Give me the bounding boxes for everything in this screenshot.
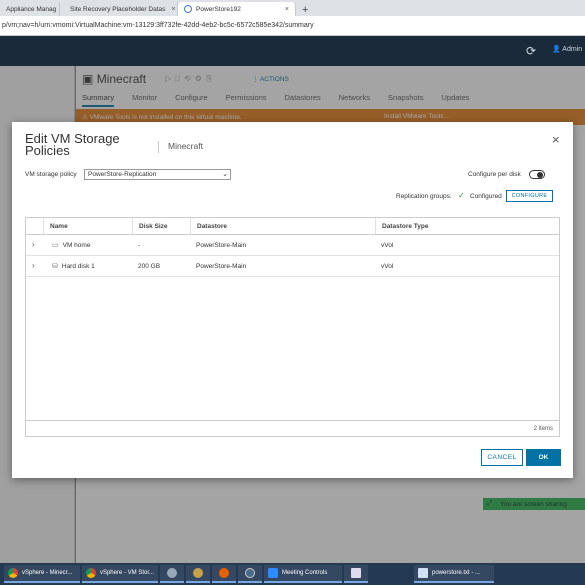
taskbar-label: vSphere - Minecr... xyxy=(22,570,73,576)
close-tab-icon[interactable]: × xyxy=(171,6,175,13)
ok-button[interactable]: OK xyxy=(526,449,561,466)
close-tab-icon[interactable]: × xyxy=(285,6,289,13)
user-icon: 👤 xyxy=(552,46,561,53)
taskbar-item[interactable] xyxy=(186,565,210,583)
disk-icon: ⛁ xyxy=(52,263,58,270)
dialog-subtitle: Minecraft xyxy=(168,141,203,151)
taskbar-item[interactable]: vSphere - Minecr... xyxy=(4,565,80,583)
configure-per-disk-label: Configure per disk xyxy=(468,171,521,178)
taskbar: vSphere - Minecr... vSphere - VM Stor...… xyxy=(0,563,585,585)
url-text: p/vm;nav=h/urn:vmomi:VirtualMachine:vm-1… xyxy=(2,22,314,29)
row-datastore-type: vVol xyxy=(381,262,394,270)
row-size: 200 GB xyxy=(138,262,161,270)
browser-tab[interactable]: Appliance Manag × xyxy=(0,2,60,16)
browser-tab-active[interactable]: PowerStore192 × xyxy=(178,2,296,16)
cancel-button[interactable]: CANCEL xyxy=(481,449,523,466)
taskbar-item[interactable] xyxy=(238,565,262,583)
item-count: 2 items xyxy=(533,426,553,432)
taskbar-item[interactable]: Meeting Controls xyxy=(264,565,342,583)
new-tab-button[interactable]: + xyxy=(296,4,314,16)
expand-row-icon[interactable]: › xyxy=(32,240,35,249)
title-divider xyxy=(158,141,159,153)
powerstore-favicon-icon xyxy=(184,5,192,13)
folder-icon: ▭ xyxy=(52,242,59,249)
row-size: - xyxy=(138,241,141,249)
disks-table: Name Disk Size Datastore Datastore Type … xyxy=(25,217,560,437)
app-icon xyxy=(351,568,361,578)
col-name[interactable]: Name xyxy=(43,218,133,234)
address-bar[interactable]: p/vm;nav=h/urn:vmomi:VirtualMachine:vm-1… xyxy=(0,16,585,36)
taskbar-label: powerstore.txt - ... xyxy=(432,570,481,576)
row-datastore: PowerStore-Main xyxy=(196,241,247,249)
tab-label: PowerStore192 xyxy=(196,5,241,13)
zoom-icon xyxy=(268,568,278,578)
expand-row-icon[interactable]: › xyxy=(32,261,35,270)
check-icon: ✓ xyxy=(458,191,465,200)
row-name: VM home xyxy=(62,241,91,249)
table-row[interactable]: › ▭ VM home - PowerStore-Main vVol xyxy=(26,235,559,256)
row-name-cell: ⛁ Hard disk 1 xyxy=(46,256,95,276)
row-datastore: PowerStore-Main xyxy=(196,262,247,270)
col-datastore-type[interactable]: Datastore Type xyxy=(375,218,559,234)
replication-groups-label: Replication groups: xyxy=(396,193,452,200)
col-disk-size[interactable]: Disk Size xyxy=(132,218,192,234)
app-icon xyxy=(193,568,203,578)
tab-label: Appliance Manag xyxy=(6,5,57,13)
edit-storage-policies-dialog: Edit VM Storage Policies Minecraft × VM … xyxy=(12,122,573,478)
storage-policy-select[interactable]: PowerStore-Replication ⌄ xyxy=(84,169,231,180)
taskbar-item[interactable]: powerstore.txt - ... xyxy=(414,565,494,583)
browser-tab-strip: Appliance Manag × Site Recovery Placehol… xyxy=(0,0,585,16)
dialog-title: Edit VM Storage Policies xyxy=(25,131,120,158)
configure-per-disk-toggle[interactable] xyxy=(529,170,545,179)
table-row[interactable]: › ⛁ Hard disk 1 200 GB PowerStore-Main v… xyxy=(26,256,559,277)
taskbar-label: Meeting Controls xyxy=(282,570,328,576)
row-name-cell: ▭ VM home xyxy=(46,235,90,255)
table-header: Name Disk Size Datastore Datastore Type xyxy=(26,218,559,235)
table-footer: 2 items xyxy=(26,420,559,437)
chevron-down-icon: ⌄ xyxy=(222,171,228,178)
app-icon xyxy=(167,568,177,578)
replication-status: Configured xyxy=(470,193,502,200)
taskbar-item[interactable] xyxy=(212,565,236,583)
policy-label: VM storage policy xyxy=(25,171,77,178)
policy-value: PowerStore-Replication xyxy=(88,171,157,178)
refresh-icon[interactable]: ⟳ xyxy=(526,44,536,58)
browser-tab[interactable]: Site Recovery Placeholder Datas × xyxy=(60,2,178,16)
col-datastore[interactable]: Datastore xyxy=(190,218,375,234)
taskbar-item[interactable] xyxy=(160,565,184,583)
user-menu[interactable]: 👤 Admin xyxy=(552,45,582,53)
taskbar-item[interactable]: vSphere - VM Stor... xyxy=(82,565,158,583)
configure-button[interactable]: CONFIGURE xyxy=(506,190,553,202)
toggle-knob xyxy=(537,172,543,178)
chrome-icon xyxy=(86,568,96,578)
firefox-icon xyxy=(219,568,229,578)
notepad-icon xyxy=(418,568,428,578)
tab-label: Site Recovery Placeholder Datas xyxy=(70,5,166,13)
app-icon xyxy=(245,568,255,578)
chrome-icon xyxy=(8,568,18,578)
row-datastore-type: vVol xyxy=(381,241,394,249)
user-label: Admin xyxy=(562,46,583,53)
taskbar-item[interactable] xyxy=(344,565,368,583)
close-icon[interactable]: × xyxy=(552,132,560,147)
taskbar-label: vSphere - VM Stor... xyxy=(99,570,154,576)
row-name: Hard disk 1 xyxy=(61,262,95,270)
vsphere-header: ⟳ 👤 Admin xyxy=(0,36,585,66)
